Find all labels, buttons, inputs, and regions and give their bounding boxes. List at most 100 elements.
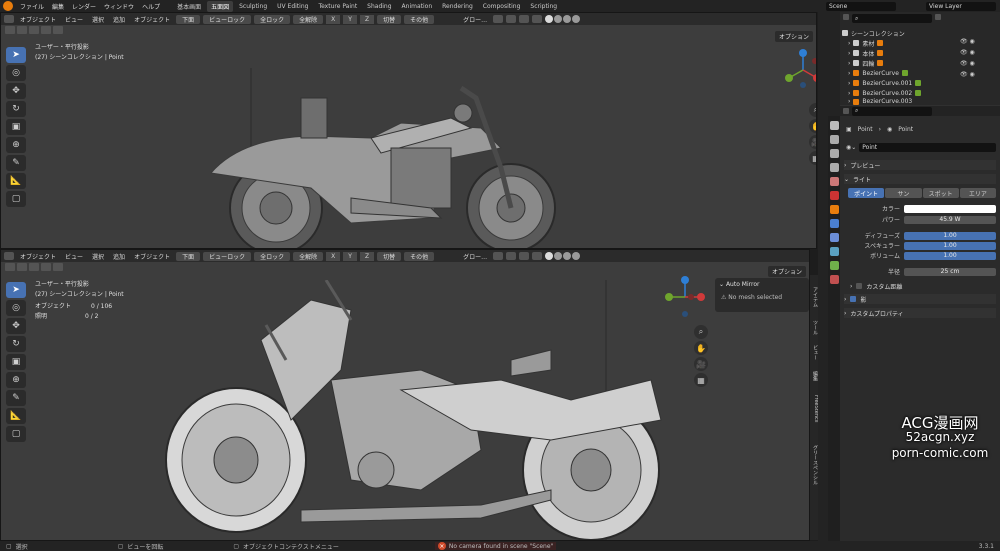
select-tool-icon[interactable]: ➤ bbox=[6, 282, 26, 298]
cursor-tool-icon[interactable]: ◎ bbox=[6, 300, 26, 316]
world-tab-icon[interactable] bbox=[829, 191, 839, 200]
menu-object[interactable]: オブジェクト bbox=[134, 252, 170, 261]
add-cube-tool-icon[interactable]: ▢ bbox=[6, 426, 26, 442]
modifier-tab-icon[interactable] bbox=[829, 219, 839, 228]
panel-custom-properties[interactable]: › カスタムプロパティ bbox=[844, 308, 996, 318]
menu-view[interactable]: ビュー bbox=[65, 252, 83, 261]
move-tool-icon[interactable]: ✥ bbox=[6, 318, 26, 334]
eye-icon[interactable]: 👁 ◉ bbox=[960, 71, 996, 78]
view-lock-button[interactable]: ビューロック bbox=[203, 251, 252, 261]
motorcycle-model-bottom[interactable] bbox=[151, 280, 681, 541]
tab-compositing[interactable]: Compositing bbox=[479, 2, 525, 11]
annotate-tool-icon[interactable]: ✎ bbox=[6, 390, 26, 406]
bottom-view-button[interactable]: 下面 bbox=[176, 14, 201, 24]
menu-window[interactable]: ウィンドウ bbox=[104, 2, 134, 11]
tab-scripting[interactable]: Scripting bbox=[526, 2, 561, 11]
tab-rendering[interactable]: Rendering bbox=[438, 2, 477, 11]
selection-mode-row[interactable] bbox=[5, 26, 63, 34]
tab-five-views[interactable]: 五面図 bbox=[207, 0, 234, 12]
panel-preview[interactable]: › プレビュー bbox=[844, 160, 996, 170]
snap-icon[interactable] bbox=[493, 252, 504, 260]
camera-icon[interactable]: 🎥 bbox=[694, 357, 708, 371]
transform-orientation[interactable]: グロー… bbox=[463, 252, 487, 261]
menu-add[interactable]: 追加 bbox=[113, 252, 125, 261]
toggle-button[interactable]: 切替 bbox=[377, 251, 402, 261]
shading-modes[interactable] bbox=[545, 252, 581, 260]
toggle-button[interactable]: 切替 bbox=[377, 14, 402, 24]
motorcycle-model-top[interactable] bbox=[201, 68, 571, 249]
status-warning[interactable]: × No camera found in scene "Scene" bbox=[434, 542, 557, 550]
tab-layout[interactable]: 基本画面 bbox=[173, 1, 205, 12]
outliner-search[interactable]: ⌕ bbox=[852, 14, 932, 23]
editor-type-icon[interactable] bbox=[4, 252, 14, 260]
y-button[interactable]: Y bbox=[343, 251, 357, 261]
xray-icon[interactable] bbox=[532, 15, 543, 23]
mode-selector[interactable]: オブジェクト bbox=[20, 252, 56, 261]
blender-logo-icon[interactable] bbox=[3, 1, 13, 11]
menu-help[interactable]: ヘルプ bbox=[142, 2, 160, 11]
tab-shading[interactable]: Shading bbox=[363, 2, 395, 11]
outliner-scene-collection[interactable]: シーンコレクション bbox=[842, 28, 992, 38]
tab-texture-paint[interactable]: Texture Paint bbox=[314, 2, 361, 11]
x-button[interactable]: X bbox=[326, 14, 341, 24]
panel-light[interactable]: ⌄ ライト bbox=[844, 174, 996, 184]
snap-icon[interactable] bbox=[493, 15, 504, 23]
texture-tab-icon[interactable] bbox=[829, 275, 839, 284]
menu-file[interactable]: ファイル bbox=[20, 2, 44, 11]
light-type-point[interactable]: ポイント bbox=[848, 188, 885, 198]
filter-icon[interactable] bbox=[935, 14, 941, 20]
pan-hand-icon[interactable]: ✋ bbox=[809, 119, 816, 133]
select-tool-icon[interactable]: ➤ bbox=[6, 47, 26, 63]
y-button[interactable]: Y bbox=[343, 14, 357, 24]
checkbox[interactable] bbox=[856, 283, 863, 289]
global-lock-button[interactable]: 全ロック bbox=[254, 14, 291, 24]
pan-hand-icon[interactable]: ✋ bbox=[694, 341, 708, 355]
add-cube-tool-icon[interactable]: ▢ bbox=[6, 191, 26, 207]
navigation-gizmo[interactable] bbox=[781, 48, 817, 92]
mode-selector[interactable]: オブジェクト bbox=[20, 15, 56, 24]
view-lock-button[interactable]: ビューロック bbox=[203, 14, 252, 24]
render-tab-icon[interactable] bbox=[829, 135, 839, 144]
eye-icon[interactable]: 👁 ◉ bbox=[960, 60, 996, 67]
x-button[interactable]: X bbox=[326, 251, 341, 261]
transform-tool-icon[interactable]: ⊕ bbox=[6, 137, 26, 153]
color-swatch[interactable] bbox=[904, 204, 996, 213]
scale-tool-icon[interactable]: ▣ bbox=[6, 354, 26, 370]
tool-tab-icon[interactable] bbox=[829, 121, 839, 130]
view-layer-tab-icon[interactable] bbox=[829, 163, 839, 172]
menu-select[interactable]: 選択 bbox=[92, 15, 104, 24]
tab-uv-editing[interactable]: UV Editing bbox=[273, 2, 312, 11]
panel-shadow[interactable]: › 影 bbox=[844, 294, 996, 304]
measure-tool-icon[interactable]: 📐 bbox=[6, 173, 26, 189]
cursor-tool-icon[interactable]: ◎ bbox=[6, 65, 26, 81]
object-tab-icon[interactable] bbox=[829, 205, 839, 214]
shading-modes[interactable] bbox=[545, 15, 581, 23]
release-all-button[interactable]: 全解除 bbox=[293, 14, 324, 24]
menu-edit[interactable]: 編集 bbox=[52, 2, 64, 11]
proportional-icon[interactable] bbox=[506, 252, 517, 260]
zoom-icon[interactable]: ⌕ bbox=[809, 103, 816, 117]
light-type-area[interactable]: エリア bbox=[959, 188, 996, 198]
particles-tab-icon[interactable] bbox=[829, 233, 839, 242]
zoom-icon[interactable]: ⌕ bbox=[694, 325, 708, 339]
radius-field[interactable]: 25 cm bbox=[904, 267, 996, 276]
menu-render[interactable]: レンダー bbox=[72, 2, 96, 11]
scene-selector[interactable]: Scene bbox=[826, 1, 896, 11]
light-type-spot[interactable]: スポット bbox=[922, 188, 959, 198]
auto-mirror-title[interactable]: ⌄ Auto Mirror bbox=[715, 278, 809, 291]
overlay-icon[interactable] bbox=[519, 15, 530, 23]
global-lock-button[interactable]: 全ロック bbox=[254, 251, 291, 261]
annotate-tool-icon[interactable]: ✎ bbox=[6, 155, 26, 171]
light-type-sun[interactable]: サン bbox=[885, 188, 922, 198]
volume-field[interactable]: 1.00 bbox=[904, 251, 996, 260]
viewport-top[interactable]: オブジェクト ビュー 選択 追加 オブジェクト 下面 ビューロック 全ロック 全… bbox=[0, 12, 817, 249]
proportional-icon[interactable] bbox=[506, 15, 517, 23]
selection-mode-row[interactable] bbox=[5, 263, 63, 271]
options-button[interactable]: オプション bbox=[767, 266, 806, 277]
editor-type-icon[interactable] bbox=[843, 108, 849, 114]
bottom-view-button[interactable]: 下面 bbox=[176, 251, 201, 261]
menu-object[interactable]: オブジェクト bbox=[134, 15, 170, 24]
move-tool-icon[interactable]: ✥ bbox=[6, 83, 26, 99]
options-button[interactable]: オプション bbox=[774, 31, 813, 42]
rotate-tool-icon[interactable]: ↻ bbox=[6, 336, 26, 352]
